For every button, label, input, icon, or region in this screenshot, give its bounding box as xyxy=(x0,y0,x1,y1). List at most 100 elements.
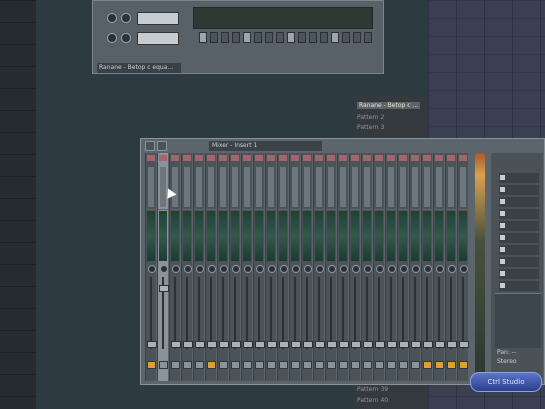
route-switch[interactable] xyxy=(231,361,240,369)
step-button[interactable] xyxy=(254,32,262,43)
pan-knob[interactable] xyxy=(436,265,444,273)
fx-slot[interactable] xyxy=(435,155,443,161)
fx-slot[interactable] xyxy=(351,155,359,161)
volume-fader-handle[interactable] xyxy=(279,341,289,348)
mixer-track[interactable] xyxy=(289,153,301,381)
mixer-track[interactable] xyxy=(181,153,193,381)
slot-enable-icon[interactable] xyxy=(500,259,505,264)
route-switch[interactable] xyxy=(183,361,192,369)
slot-enable-icon[interactable] xyxy=(500,283,505,288)
step-button[interactable] xyxy=(221,32,229,43)
pan-knob[interactable] xyxy=(340,265,348,273)
fx-slot[interactable] xyxy=(291,155,299,161)
route-switch[interactable] xyxy=(171,361,180,369)
route-switch[interactable] xyxy=(399,361,408,369)
pan-knob[interactable] xyxy=(376,265,384,273)
route-switch[interactable] xyxy=(315,361,324,369)
pan-knob[interactable] xyxy=(316,265,324,273)
route-switch[interactable] xyxy=(303,361,312,369)
fx-slot[interactable] xyxy=(339,155,347,161)
route-switch[interactable] xyxy=(291,361,300,369)
route-switch[interactable] xyxy=(267,361,276,369)
menu-button[interactable] xyxy=(157,141,167,151)
fx-slot[interactable] xyxy=(219,155,227,161)
volume-fader-handle[interactable] xyxy=(411,341,421,348)
slot-enable-icon[interactable] xyxy=(500,247,505,252)
pan-knob[interactable] xyxy=(184,265,192,273)
route-switch[interactable] xyxy=(255,361,264,369)
mixer-track[interactable] xyxy=(157,153,169,381)
volume-fader-handle[interactable] xyxy=(339,341,349,348)
mixer-track[interactable] xyxy=(409,153,421,381)
step-button[interactable] xyxy=(364,32,372,43)
volume-fader-handle[interactable] xyxy=(207,341,217,348)
fx-slot[interactable] xyxy=(315,155,323,161)
fx-slot[interactable] xyxy=(207,155,215,161)
fx-slot[interactable] xyxy=(399,155,407,161)
slot-enable-icon[interactable] xyxy=(500,175,505,180)
volume-fader-handle[interactable] xyxy=(183,341,193,348)
mixer-track[interactable] xyxy=(445,153,457,381)
step-button[interactable] xyxy=(353,32,361,43)
effect-slot[interactable] xyxy=(499,269,539,279)
mixer-track[interactable] xyxy=(265,153,277,381)
pan-knob[interactable] xyxy=(121,33,131,43)
fx-slot[interactable] xyxy=(255,155,263,161)
mixer-track[interactable] xyxy=(145,153,157,381)
pan-knob[interactable] xyxy=(364,265,372,273)
pan-knob[interactable] xyxy=(268,265,276,273)
step-button[interactable] xyxy=(342,32,350,43)
route-switch[interactable] xyxy=(375,361,384,369)
mixer-track[interactable] xyxy=(337,153,349,381)
volume-fader-handle[interactable] xyxy=(267,341,277,348)
fx-slot[interactable] xyxy=(411,155,419,161)
volume-fader-handle[interactable] xyxy=(159,285,169,292)
eq-display[interactable] xyxy=(495,293,541,348)
mixer-track[interactable] xyxy=(373,153,385,381)
volume-fader-handle[interactable] xyxy=(243,341,253,348)
piano-roll-preview[interactable] xyxy=(193,7,373,29)
fx-slot[interactable] xyxy=(243,155,251,161)
mixer-track[interactable] xyxy=(433,153,445,381)
slot-enable-icon[interactable] xyxy=(500,187,505,192)
effect-slot[interactable] xyxy=(499,257,539,267)
volume-fader-handle[interactable] xyxy=(435,341,445,348)
mixer-track[interactable] xyxy=(361,153,373,381)
route-switch[interactable] xyxy=(423,361,432,369)
fx-slot[interactable] xyxy=(387,155,395,161)
volume-fader-handle[interactable] xyxy=(351,341,361,348)
volume-fader-handle[interactable] xyxy=(447,341,457,348)
mixer-track[interactable] xyxy=(205,153,217,381)
pan-knob[interactable] xyxy=(232,265,240,273)
volume-knob[interactable] xyxy=(107,13,117,23)
fx-slot[interactable] xyxy=(447,155,455,161)
step-button[interactable] xyxy=(232,32,240,43)
slot-enable-icon[interactable] xyxy=(500,223,505,228)
mixer-track[interactable] xyxy=(349,153,361,381)
mixer-track[interactable] xyxy=(457,153,469,381)
step-button[interactable] xyxy=(298,32,306,43)
volume-fader-handle[interactable] xyxy=(459,341,469,348)
channel-button[interactable] xyxy=(137,32,179,45)
volume-fader-handle[interactable] xyxy=(375,341,385,348)
volume-fader-handle[interactable] xyxy=(303,341,313,348)
volume-fader-handle[interactable] xyxy=(315,341,325,348)
route-switch[interactable] xyxy=(351,361,360,369)
mixer-track[interactable] xyxy=(397,153,409,381)
fx-slot[interactable] xyxy=(195,155,203,161)
mixer-track[interactable] xyxy=(229,153,241,381)
route-switch[interactable] xyxy=(387,361,396,369)
fx-slot[interactable] xyxy=(159,155,167,161)
route-switch[interactable] xyxy=(219,361,228,369)
mixer-track[interactable] xyxy=(325,153,337,381)
route-switch[interactable] xyxy=(195,361,204,369)
slot-enable-icon[interactable] xyxy=(500,211,505,216)
effect-slot[interactable] xyxy=(499,281,539,291)
route-switch[interactable] xyxy=(279,361,288,369)
pan-knob[interactable] xyxy=(460,265,468,273)
volume-fader-handle[interactable] xyxy=(291,341,301,348)
route-switch[interactable] xyxy=(207,361,216,369)
volume-fader-handle[interactable] xyxy=(255,341,265,348)
volume-fader-handle[interactable] xyxy=(195,341,205,348)
fx-slot[interactable] xyxy=(231,155,239,161)
